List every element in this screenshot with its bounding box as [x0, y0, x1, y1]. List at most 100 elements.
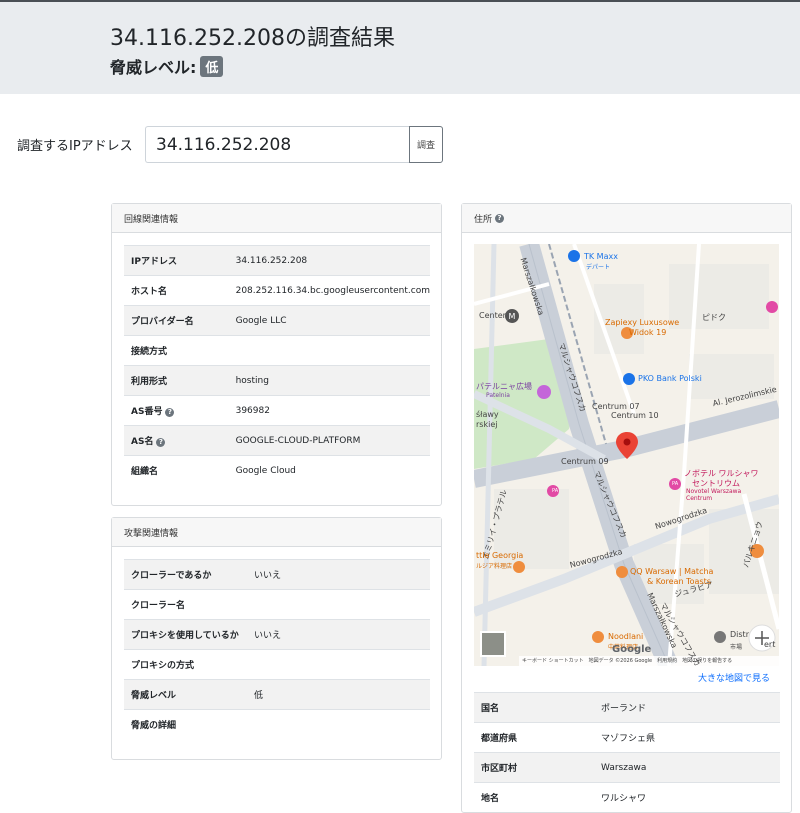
- row-value: [228, 335, 430, 366]
- map-label: Noodlani: [608, 632, 644, 641]
- map-label: QQ Warsaw | Matcha: [630, 567, 714, 576]
- table-row: 利用形式 hosting: [124, 365, 430, 396]
- row-key-with-help: AS名?: [124, 425, 229, 456]
- row-key: プロキシを使用しているか: [124, 619, 247, 650]
- row-value: [247, 709, 430, 740]
- row-key: IPアドレス: [124, 245, 229, 276]
- row-value: Google LLC: [228, 305, 430, 336]
- map-label: マルシャウコフスカ: [556, 341, 588, 414]
- table-row: クローラーであるか いいえ: [124, 559, 430, 590]
- map-label: TK Maxx: [584, 252, 618, 261]
- row-value: 34.116.252.208: [228, 245, 430, 276]
- map-label: śławy: [476, 410, 499, 419]
- map-label: & Korean Toasts: [647, 577, 711, 586]
- row-key: AS番号: [131, 407, 163, 417]
- map-label: Distr: [730, 630, 749, 639]
- row-value: いいえ: [247, 559, 430, 590]
- threat-level-label: 脅威レベル:: [110, 58, 197, 77]
- row-key: AS名: [131, 437, 154, 447]
- row-value: [247, 589, 430, 620]
- map-label: Centrum 09: [561, 457, 609, 466]
- map-label: 市場: [730, 644, 743, 651]
- line-info-header: 回線関連情報: [112, 204, 441, 233]
- row-value: GOOGLE-CLOUD-PLATFORM: [228, 425, 430, 456]
- map-label: Marszałkowska: [518, 256, 546, 317]
- map-label: PKO Bank Polski: [638, 374, 702, 383]
- row-key-with-help: AS番号?: [124, 395, 229, 426]
- map-label: ルジア料理店: [476, 563, 513, 570]
- search-label: 調査するIPアドレス: [17, 139, 133, 154]
- row-key: 国名: [474, 692, 594, 723]
- attack-info-header: 攻撃関連情報: [112, 518, 441, 547]
- row-key: 市区町村: [474, 752, 594, 783]
- map-label: Zapiexy Luxusowe: [605, 318, 680, 327]
- map-label: Center: [479, 311, 506, 320]
- table-row: 脅威レベル低: [124, 679, 430, 710]
- ip-search-input[interactable]: [145, 126, 411, 163]
- search-button[interactable]: 調査: [409, 126, 443, 163]
- row-key: 組織名: [124, 455, 229, 486]
- table-row: ホスト名 208.252.116.34.bc.googleusercontent.…: [124, 275, 430, 306]
- table-row: プロキシの方式: [124, 649, 430, 680]
- row-value: いいえ: [247, 619, 430, 650]
- row-key: 都道府県: [474, 722, 594, 753]
- map-label: Patelnia: [486, 392, 510, 399]
- table-row: 都道府県 マゾフシェ県: [474, 722, 780, 753]
- row-value: 396982: [228, 395, 430, 426]
- row-key: プロキシの方式: [124, 649, 247, 680]
- row-key: クローラーであるか: [124, 559, 247, 590]
- map-label: Centrum 07: [592, 402, 640, 411]
- map-label: Al. Jerozolimskie: [711, 384, 778, 409]
- map-label: Nowogrodzka: [653, 505, 709, 532]
- row-value: [247, 649, 430, 680]
- larger-map-link[interactable]: 大きな地図で見る: [698, 671, 770, 684]
- map-label: PA: [672, 481, 679, 487]
- map-label: デパート: [586, 264, 611, 271]
- table-row: AS番号? 396982: [124, 395, 430, 426]
- map-label: PA: [552, 488, 559, 494]
- help-icon[interactable]: ?: [156, 438, 166, 447]
- map-label: バルキニョウ: [741, 520, 765, 569]
- row-key: 接続方式: [124, 335, 229, 366]
- help-icon[interactable]: ?: [165, 408, 175, 417]
- row-value: 低: [247, 679, 430, 710]
- table-row: プロバイダー名 Google LLC: [124, 305, 430, 336]
- address-card: 住所 ? M TK Maxx デパート Center Zapiexy Luxus…: [461, 203, 792, 813]
- line-info-table: IPアドレス 34.116.252.208 ホスト名 208.252.116.34.…: [124, 245, 430, 486]
- row-value: Warszawa: [594, 752, 780, 783]
- map-label: パテルニャ広場: [476, 382, 532, 391]
- table-row: クローラー名: [124, 589, 430, 620]
- map-label: Centrum: [686, 495, 713, 502]
- map-label: Nowogrodzka: [568, 547, 624, 570]
- map-view[interactable]: M TK Maxx デパート Center Zapiexy Luxusowe W…: [474, 244, 779, 666]
- row-key: 脅威の詳細: [124, 709, 247, 740]
- map-labels: TK Maxx デパート Center Zapiexy Luxusowe Wid…: [474, 244, 779, 666]
- table-row: AS名? GOOGLE-CLOUD-PLATFORM: [124, 425, 430, 456]
- row-value: Google Cloud: [228, 455, 430, 486]
- row-value: マゾフシェ県: [594, 722, 780, 753]
- row-value: ポーランド: [594, 692, 780, 723]
- map-label: Widok 19: [629, 328, 667, 337]
- row-key: プロバイダー名: [124, 305, 229, 336]
- map-label: マルシャウコフスカ: [591, 469, 629, 540]
- table-row: 接続方式: [124, 335, 430, 366]
- threat-level-badge: 低: [200, 55, 224, 77]
- google-logo: Google: [612, 644, 652, 655]
- map-footer[interactable]: キーボード ショートカット 地図データ ©2026 Google 利用規約 地図…: [522, 657, 732, 664]
- row-key: ホスト名: [124, 275, 229, 306]
- table-row: 組織名 Google Cloud: [124, 455, 430, 486]
- row-value: ワルシャワ: [594, 782, 780, 813]
- table-row: 地名 ワルシャワ: [474, 782, 780, 813]
- attack-info-card: 攻撃関連情報 クローラーであるか いいえ クローラー名 プロキシを使用しているかい…: [111, 517, 442, 760]
- address-title: 住所: [474, 214, 493, 225]
- page-header: 34.116.252.208の調査結果 脅威レベル: 低: [0, 2, 800, 94]
- map-label: ert: [764, 640, 776, 649]
- row-value: hosting: [228, 365, 430, 396]
- map-label: ttle Georgia: [476, 551, 524, 560]
- address-table: 国名 ポーランド 都道府県 マゾフシェ県 市区町村 Warszawa 地名 ワルシャワ: [474, 692, 780, 813]
- map-label: Novotel Warszawa: [686, 488, 742, 495]
- address-header: 住所 ?: [462, 204, 791, 233]
- help-icon[interactable]: ?: [495, 213, 505, 223]
- page-title: 34.116.252.208の調査結果: [110, 26, 395, 51]
- table-row: 国名 ポーランド: [474, 692, 780, 723]
